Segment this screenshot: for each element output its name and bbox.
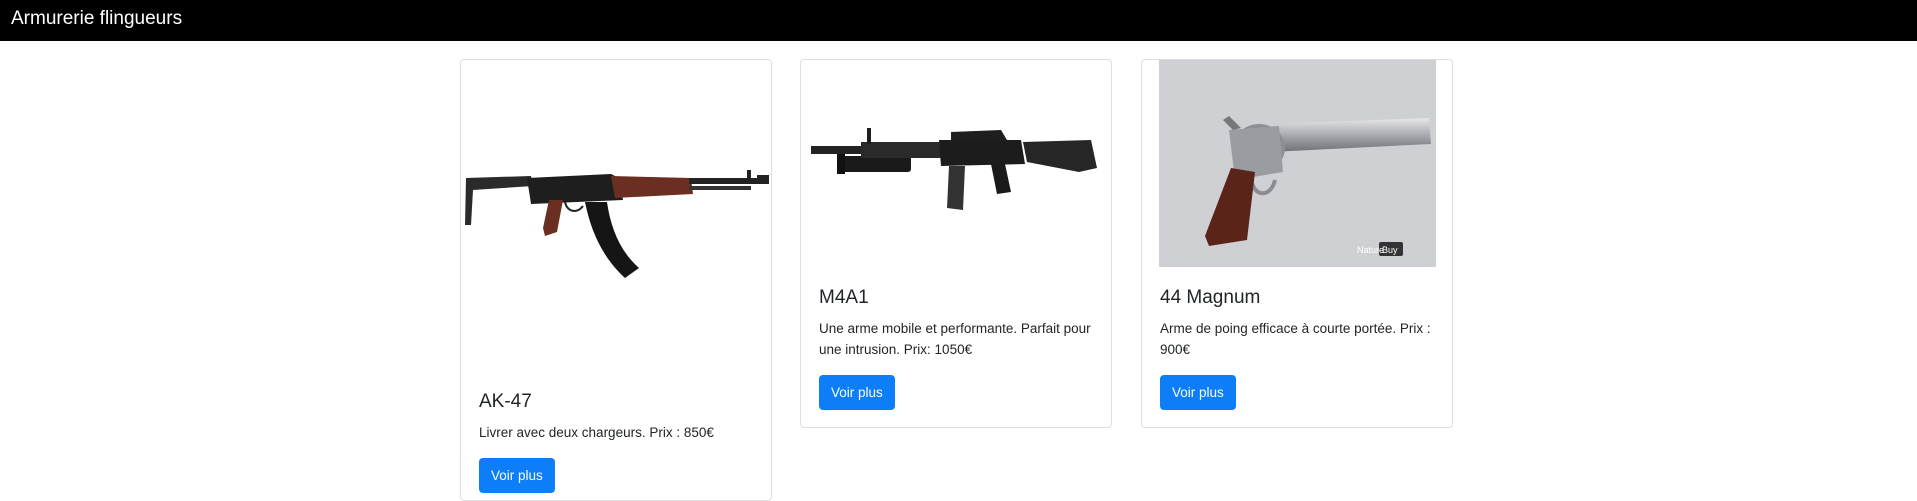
product-title: M4A1	[819, 287, 869, 308]
ak47-image	[461, 60, 771, 380]
svg-text:Nature: Nature	[1357, 245, 1384, 255]
product-description: Arme de poing efficace à courte portée. …	[1160, 321, 1431, 357]
product-description: Une arme mobile et performante. Parfait …	[819, 321, 1091, 357]
voir-plus-button[interactable]: Voir plus	[1160, 375, 1236, 410]
navbar-brand[interactable]: Armurerie flingueurs	[11, 8, 182, 30]
product-title: 44 Magnum	[1160, 287, 1261, 308]
product-card-ak47: AK-47 Livrer avec deux chargeurs. Prix :…	[460, 59, 772, 501]
voir-plus-button[interactable]: Voir plus	[819, 375, 895, 410]
44-magnum-image: Nature Buy	[1159, 60, 1436, 267]
product-title: AK-47	[479, 391, 532, 412]
product-card-m4a1: M4A1 Une arme mobile et performante. Par…	[800, 59, 1112, 428]
navbar: Armurerie flingueurs	[0, 0, 1917, 41]
product-description: Livrer avec deux chargeurs. Prix : 850€	[479, 425, 714, 440]
svg-text:Buy: Buy	[1382, 245, 1398, 255]
voir-plus-button[interactable]: Voir plus	[479, 458, 555, 493]
product-card-44-magnum: Nature Buy 44 Magnum Arme de poing effic…	[1141, 59, 1453, 428]
m4a1-image	[801, 60, 1111, 275]
